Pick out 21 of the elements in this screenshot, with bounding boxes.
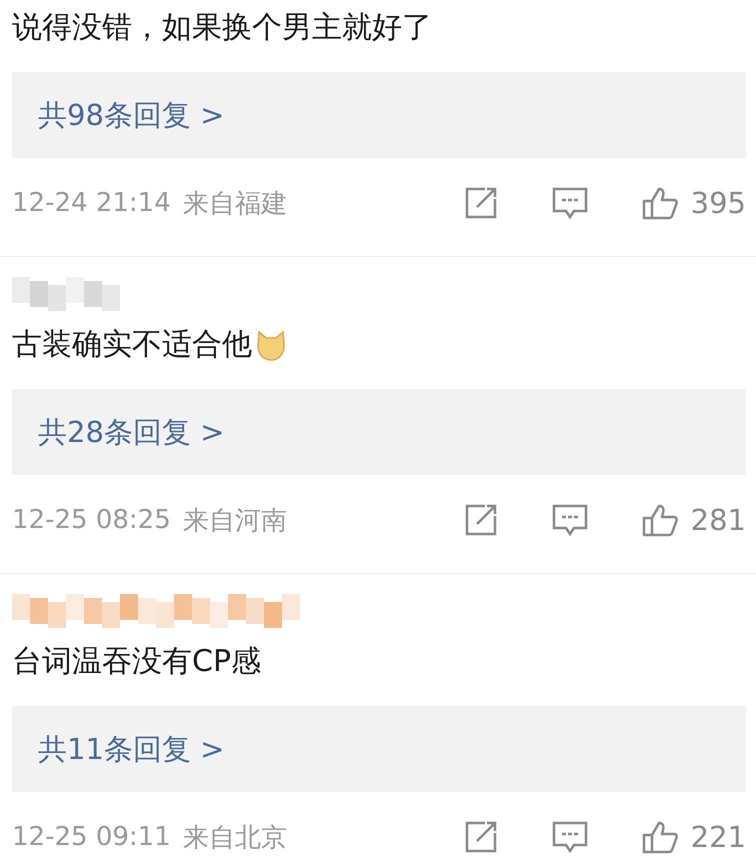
like-button[interactable]: 395	[640, 185, 746, 221]
comment-time: 12-24 21:14	[12, 188, 171, 218]
comment-location: 来自河南	[182, 504, 287, 538]
thumbs-up-icon	[640, 819, 679, 855]
comment-time: 12-25 08:25	[12, 505, 171, 535]
like-button[interactable]: 221	[640, 819, 746, 855]
comment-location: 来自北京	[182, 822, 287, 854]
comment-location: 来自福建	[182, 188, 287, 220]
replies-link[interactable]: 共28条回复 >	[12, 389, 746, 475]
comment-text: 古装确实不适合他	[12, 326, 252, 364]
replies-link[interactable]: 共11条回复 >	[12, 706, 746, 792]
comment-text: 说得没错，如果换个男主就好了	[12, 9, 432, 47]
comment-icon[interactable]	[550, 819, 589, 855]
comment-icon[interactable]	[550, 185, 589, 221]
comment-icon[interactable]	[550, 502, 589, 538]
comment-text: 台词温吞没有CP感	[12, 643, 262, 681]
thumbs-up-icon	[640, 185, 679, 221]
replies-link[interactable]: 共98条回复 >	[12, 72, 746, 158]
thumbs-up-icon	[640, 502, 679, 538]
like-button[interactable]: 281	[640, 502, 746, 538]
comment-time: 12-25 09:11	[12, 822, 171, 852]
